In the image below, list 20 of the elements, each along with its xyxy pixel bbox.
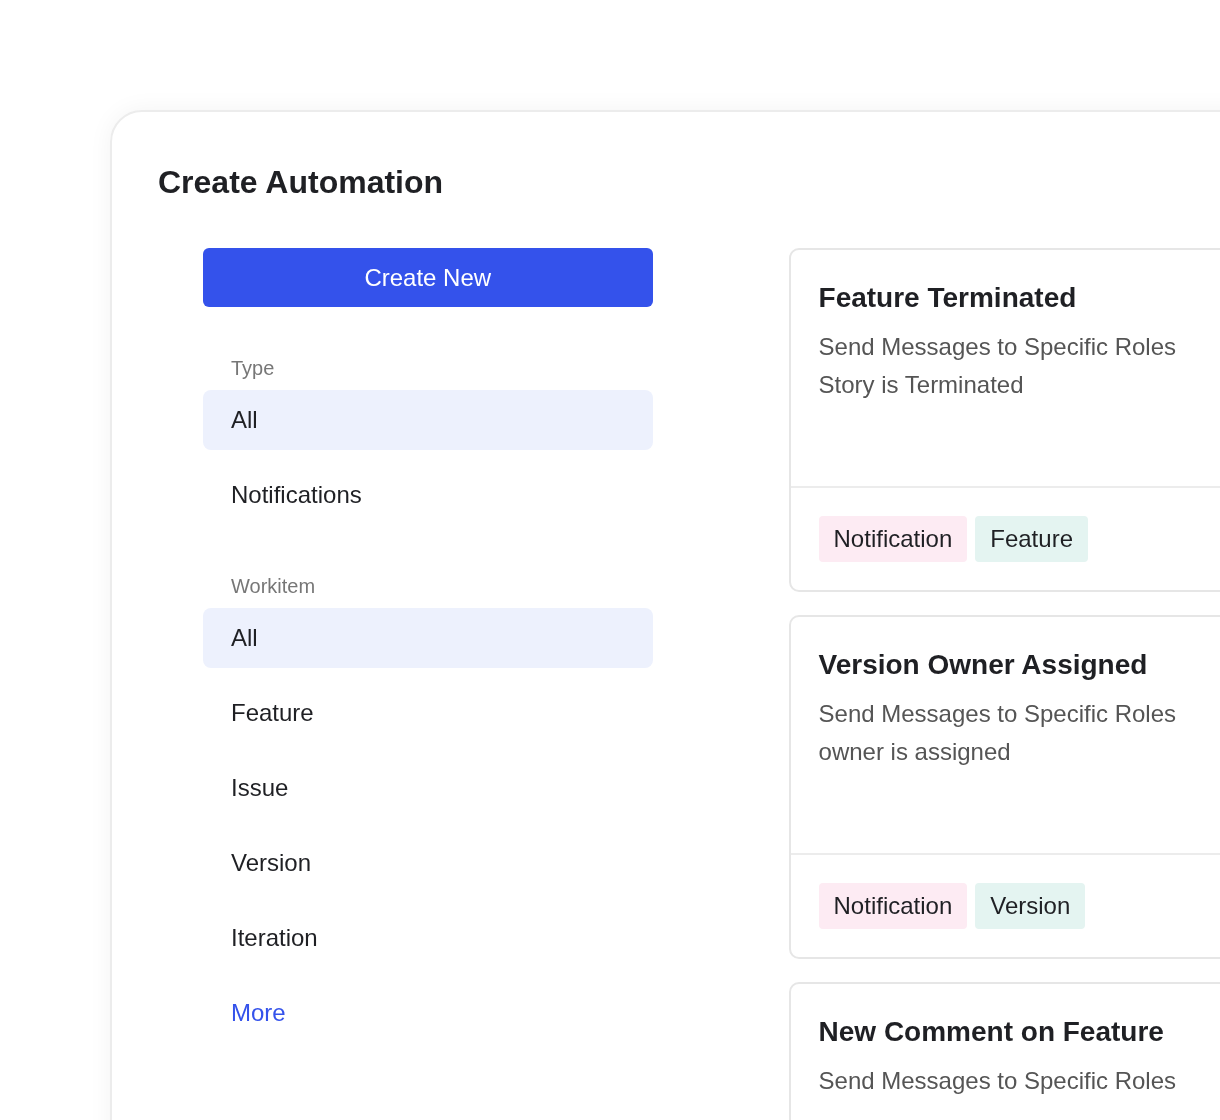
tag: Notification — [818, 883, 968, 929]
card-title: New Comment on Feature — [818, 1015, 1165, 1049]
automation-card[interactable]: New Comment on Feature Send Messages to Specific Roles — [788, 982, 1220, 1120]
tag: Notification — [818, 516, 968, 562]
filter-item[interactable]: All — [203, 390, 653, 450]
section-label: Type — [230, 356, 276, 381]
automation-card[interactable]: Feature Terminated Send Messages to Specific Roles Story is Terminated Notification Feature — [788, 248, 1220, 592]
card-description: Send Messages to Specific Roles owner is assigned — [818, 699, 1178, 767]
create-new-button[interactable]: Create New — [203, 248, 653, 307]
card-description: Send Messages to Specific Roles Story is Terminated — [818, 332, 1178, 400]
filter-item[interactable]: All — [203, 608, 653, 668]
section-label: Workitem — [230, 574, 317, 599]
tag: Version — [975, 883, 1086, 929]
dialog-title: Create Automation — [158, 163, 445, 202]
more-link[interactable]: More — [231, 995, 286, 1031]
automation-card[interactable]: Version Owner Assigned Send Messages to Specific Roles owner is assigned Notification Version — [788, 615, 1220, 959]
tag: Feature — [975, 516, 1088, 562]
card-title: Version Owner Assigned — [818, 648, 1149, 682]
card-title: Feature Terminated — [818, 281, 1078, 315]
card-description: Send Messages to Specific Roles — [818, 1066, 1178, 1096]
